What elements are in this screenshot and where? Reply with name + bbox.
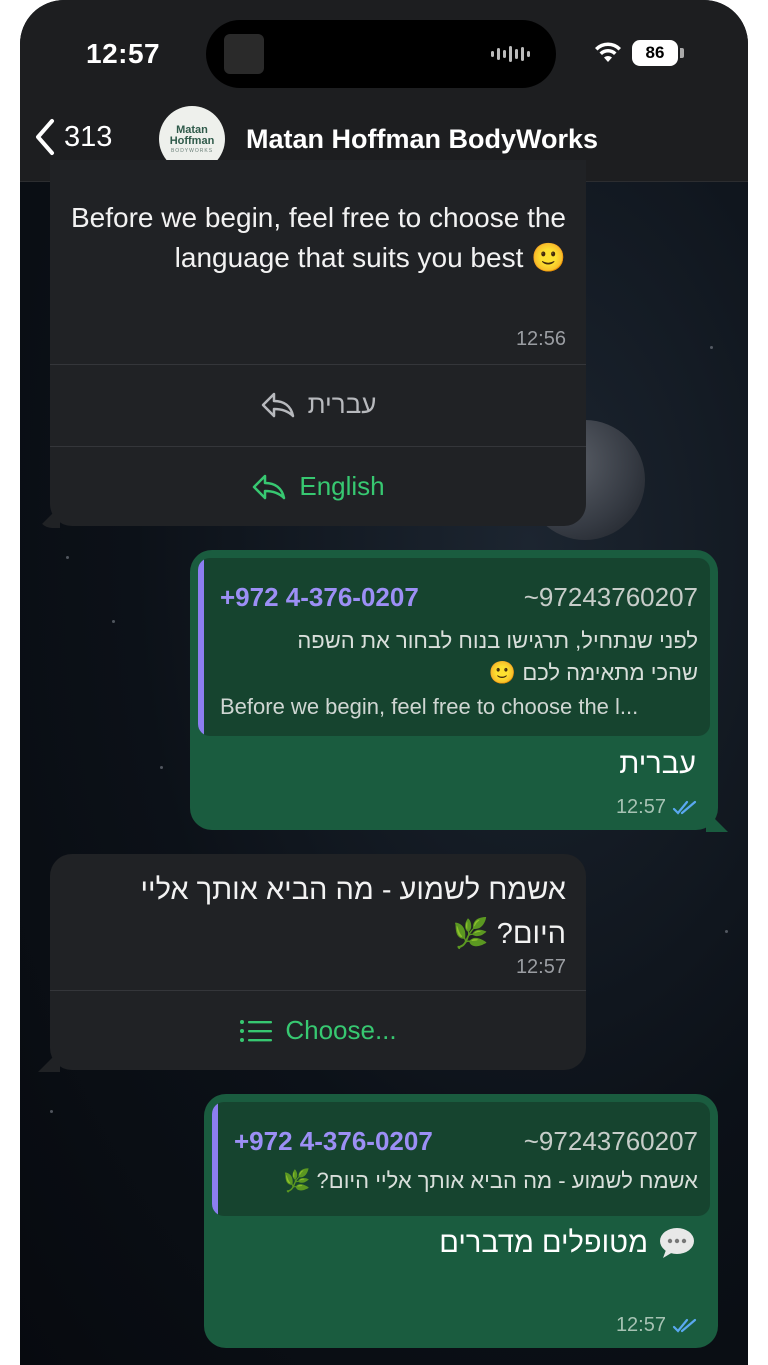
message-time: 12:57 [515,956,566,978]
quote-text-line: אשמח לשמוע - מה הביא אותך אליי היום? 🌿 [283,1168,698,1193]
message-time: 12:57 [615,1314,666,1336]
quote-text-line: Before we begin, feel free to choose the… [220,694,639,719]
battery-indicator: 86 [632,40,678,66]
back-button[interactable]: 313 [34,118,112,156]
avatar-text-line3: BODYWORKS [170,147,214,154]
wallpaper-star [725,930,728,933]
reply-button-english[interactable]: English [50,446,586,526]
outgoing-message[interactable]: +972 4-376-0207 ~97243760207 אשמח לשמוע … [204,1094,718,1348]
incoming-message[interactable]: Before we begin, feel free to choose the… [50,160,586,526]
quote-sender-phone: +972 4-376-0207 [220,582,419,612]
audio-waveform-icon [491,46,530,62]
wallpaper-star [50,1110,53,1113]
reply-arrow-icon [261,392,294,417]
message-text: Before we begin, feel free to choose the… [71,202,566,273]
message-text-line: היום? 🌿 [452,918,566,950]
message-time: 12:56 [515,328,566,350]
reply-button-label: עברית [307,389,377,419]
choose-button-label: Choose... [285,1015,397,1045]
double-check-icon [672,800,697,815]
wallpaper-star [710,346,713,349]
status-time: 12:57 [86,38,161,69]
choose-button[interactable]: Choose... [50,990,586,1070]
quote-sender-alias: ~97243760207 [523,582,698,612]
contact-name[interactable]: Matan Hoffman BodyWorks [246,124,598,155]
message-meta: 12:57 [616,796,698,819]
quote-bar [212,1102,218,1216]
reply-button-hebrew[interactable]: עברית [50,364,586,444]
status-bar: 12:57 86 [20,0,748,100]
avatar-text-line2: Hoffman [169,134,215,147]
battery-tip-icon [680,48,684,58]
message-text: אשמח לשמוע - מה הביא אותך אליי היום? 🌿 [66,868,567,956]
wallpaper-star [112,620,115,623]
avatar-text-line1: Matan [176,123,208,136]
wallpaper-star [160,766,163,769]
list-icon [240,1019,273,1042]
now-playing-thumbnail [224,34,264,74]
dynamic-island[interactable] [206,20,556,88]
quote-text-line: שהכי מתאימה לכם 🙂 [488,660,698,685]
message-body: מטופלים מדברים [439,1226,696,1260]
message-meta: 12:57 [616,1314,698,1337]
quoted-message[interactable]: +972 4-376-0207 ~97243760207 לפני שנתחיל… [198,558,710,736]
message-text-line: אשמח לשמוע - מה הביא אותך אליי [140,874,567,906]
incoming-message[interactable]: אשמח לשמוע - מה הביא אותך אליי היום? 🌿 1… [50,854,586,1070]
speech-bubble-icon [660,1228,694,1258]
quote-sender-phone: +972 4-376-0207 [234,1126,433,1156]
bubble-tail [38,1050,60,1072]
quote-text-line: לפני שנתחיל, תרגישו בנוח לבחור את השפה [297,628,698,653]
message-time: 12:57 [615,796,666,818]
message-text: מטופלים מדברים [439,1226,648,1259]
unread-count: 313 [64,120,113,153]
chevron-left-icon [36,119,54,155]
quote-bar [198,558,204,736]
double-check-icon [672,1318,697,1333]
wifi-icon [595,42,621,62]
reply-button-label: English [299,471,385,501]
quoted-message[interactable]: +972 4-376-0207 ~97243760207 אשמח לשמוע … [212,1102,710,1216]
message-text: עברית [619,748,696,780]
wallpaper-star [66,556,69,559]
reply-arrow-icon [253,474,286,499]
phone-screen: 12:57 86 313 Matan Hoffman BODYWORKS Mat… [20,0,748,1365]
quote-sender-alias: ~97243760207 [523,1126,698,1156]
outgoing-message[interactable]: +972 4-376-0207 ~97243760207 לפני שנתחיל… [190,550,718,830]
